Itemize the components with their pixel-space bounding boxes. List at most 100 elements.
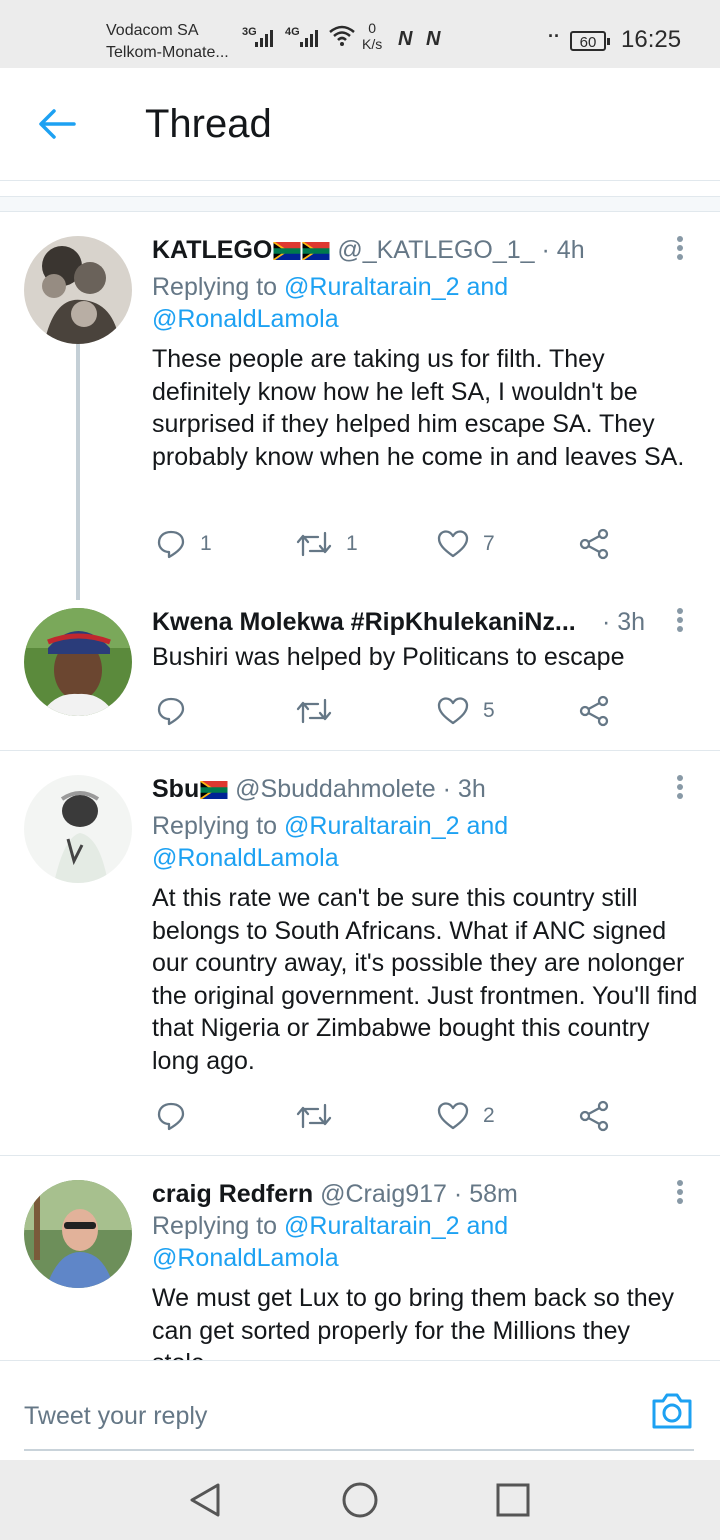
reply-button[interactable]: [156, 1096, 200, 1136]
tweet-time: · 3h: [602, 608, 646, 636]
carrier-1: Vodacom SA: [106, 22, 199, 39]
tweet-katlego[interactable]: KATLEGO @_KATLEGO_1_ · 4h Replying to @R…: [0, 210, 720, 600]
user-handle[interactable]: @Sbuddahmolete: [235, 775, 436, 803]
speed-value: 0: [368, 20, 377, 36]
retweet-button[interactable]: [296, 1096, 346, 1136]
reply-bubble-icon: [157, 1102, 185, 1131]
wifi-icon: [329, 25, 355, 46]
display-name[interactable]: Kwena Molekwa #RipKhulekaniNz...: [152, 608, 576, 636]
arrow-left-icon[interactable]: [34, 106, 78, 142]
nav-back-icon[interactable]: [186, 1480, 226, 1520]
tweet-actions: 2: [152, 1096, 622, 1136]
page-title: Thread: [145, 102, 272, 146]
signal-bars-2-icon: [300, 30, 318, 47]
south-africa-flag-icon: [302, 242, 330, 260]
tweet-craig[interactable]: craig Redfern @Craig917 · 58m Replying t…: [0, 1156, 720, 1360]
share-icon: [579, 1100, 609, 1132]
reply-composer: [0, 1360, 720, 1461]
status-bar: Vodacom SA Telkom-Monate... 3G 4G 0 K/s …: [0, 0, 720, 68]
tweet-time: · 58m: [453, 1180, 518, 1208]
mention-link[interactable]: @Ruraltarain_2: [284, 273, 459, 301]
avatar[interactable]: [24, 608, 132, 716]
avatar[interactable]: [24, 236, 132, 344]
mention-and[interactable]: and: [466, 1212, 508, 1240]
reply-button[interactable]: 1: [156, 524, 212, 564]
replying-to: Replying to @Ruraltarain_2 and @RonaldLa…: [152, 1210, 672, 1274]
tweet-actions: 5: [152, 691, 622, 731]
retweet-icon: [296, 1103, 332, 1129]
retweet-icon: [296, 531, 332, 557]
replying-to: Replying to @Ruraltarain_2 and @RonaldLa…: [152, 810, 672, 874]
tweet-header: KATLEGO @_KATLEGO_1_ · 4h: [152, 236, 585, 265]
mention-link[interactable]: @RonaldLamola: [152, 844, 339, 872]
south-africa-flag-icon: [273, 242, 301, 260]
share-button[interactable]: [578, 1096, 610, 1136]
signal-bars-1-icon: [255, 30, 273, 47]
tweet-text: We must get Lux to go bring them back so…: [152, 1284, 675, 1360]
like-count: 5: [483, 699, 495, 722]
reply-bubble-icon: [157, 697, 185, 726]
like-count: 7: [483, 532, 495, 555]
replying-to-label: Replying to: [152, 273, 278, 301]
like-button[interactable]: 5: [437, 691, 495, 731]
reply-bubble-icon: [157, 530, 185, 559]
more-notifications-indicator: ··: [548, 26, 560, 46]
battery-level: 60: [579, 34, 597, 51]
replying-to-label: Replying to: [152, 812, 278, 840]
network-speed: 0 K/s: [362, 20, 382, 52]
tweet-header: craig Redfern @Craig917 · 58m: [152, 1180, 518, 1209]
app-header: Thread: [0, 68, 720, 181]
retweet-count: 1: [346, 532, 358, 555]
tweet-time: · 4h: [541, 236, 585, 264]
retweet-button[interactable]: 1: [296, 524, 358, 564]
more-vertical-icon[interactable]: [670, 608, 690, 638]
share-button[interactable]: [578, 691, 610, 731]
tweet-text: Bushiri was helped by Politicans to esca…: [152, 643, 625, 671]
tweet-actions: 1 1 7: [152, 524, 622, 564]
notification-icons: N N: [398, 28, 444, 51]
more-vertical-icon[interactable]: [670, 775, 690, 805]
mention-link[interactable]: @RonaldLamola: [152, 1244, 339, 1272]
mention-and[interactable]: and: [466, 273, 508, 301]
more-vertical-icon[interactable]: [670, 236, 690, 266]
tweet-kwena[interactable]: Kwena Molekwa #RipKhulekaniNz... · 3h Bu…: [0, 588, 720, 750]
display-name[interactable]: KATLEGO: [152, 236, 272, 264]
avatar[interactable]: [24, 775, 132, 883]
retweet-icon: [296, 698, 332, 724]
tweet-header: Sbu @Sbuddahmolete · 3h: [152, 775, 486, 804]
nav-recents-icon[interactable]: [493, 1480, 533, 1520]
notification-letters: N N: [398, 28, 445, 50]
tweet-time: · 3h: [442, 775, 486, 803]
tweet-header: Kwena Molekwa #RipKhulekaniNz...: [152, 608, 612, 637]
nav-home-icon[interactable]: [340, 1480, 380, 1520]
retweet-button[interactable]: [296, 691, 346, 731]
like-count: 2: [483, 1104, 495, 1127]
reply-input[interactable]: [24, 1383, 694, 1451]
reply-count: 1: [200, 532, 212, 555]
display-name[interactable]: Sbu: [152, 775, 199, 803]
heart-icon: [437, 530, 469, 558]
mention-link[interactable]: @Ruraltarain_2: [284, 1212, 459, 1240]
user-handle[interactable]: @_KATLEGO_1_: [337, 236, 534, 264]
camera-icon[interactable]: [650, 1391, 694, 1431]
user-handle[interactable]: @Craig917: [320, 1180, 447, 1208]
tweet-sbu[interactable]: Sbu @Sbuddahmolete · 3h Replying to @Rur…: [0, 751, 720, 1154]
thread-connector: [76, 344, 80, 600]
more-vertical-icon[interactable]: [670, 1180, 690, 1210]
share-icon: [579, 528, 609, 560]
display-name[interactable]: craig Redfern: [152, 1180, 313, 1208]
mention-link[interactable]: @RonaldLamola: [152, 305, 339, 333]
share-button[interactable]: [578, 524, 610, 564]
replying-to: Replying to @Ruraltarain_2 and @RonaldLa…: [152, 271, 672, 335]
mention-and[interactable]: and: [466, 812, 508, 840]
mention-link[interactable]: @Ruraltarain_2: [284, 812, 459, 840]
heart-icon: [437, 1102, 469, 1130]
network-type-2: 4G: [285, 26, 300, 38]
reply-button[interactable]: [156, 691, 200, 731]
like-button[interactable]: 7: [437, 524, 495, 564]
battery-icon: 60: [570, 31, 610, 51]
avatar[interactable]: [24, 1180, 132, 1288]
system-nav-bar: [0, 1460, 720, 1540]
replying-to-label: Replying to: [152, 1212, 278, 1240]
like-button[interactable]: 2: [437, 1096, 495, 1136]
